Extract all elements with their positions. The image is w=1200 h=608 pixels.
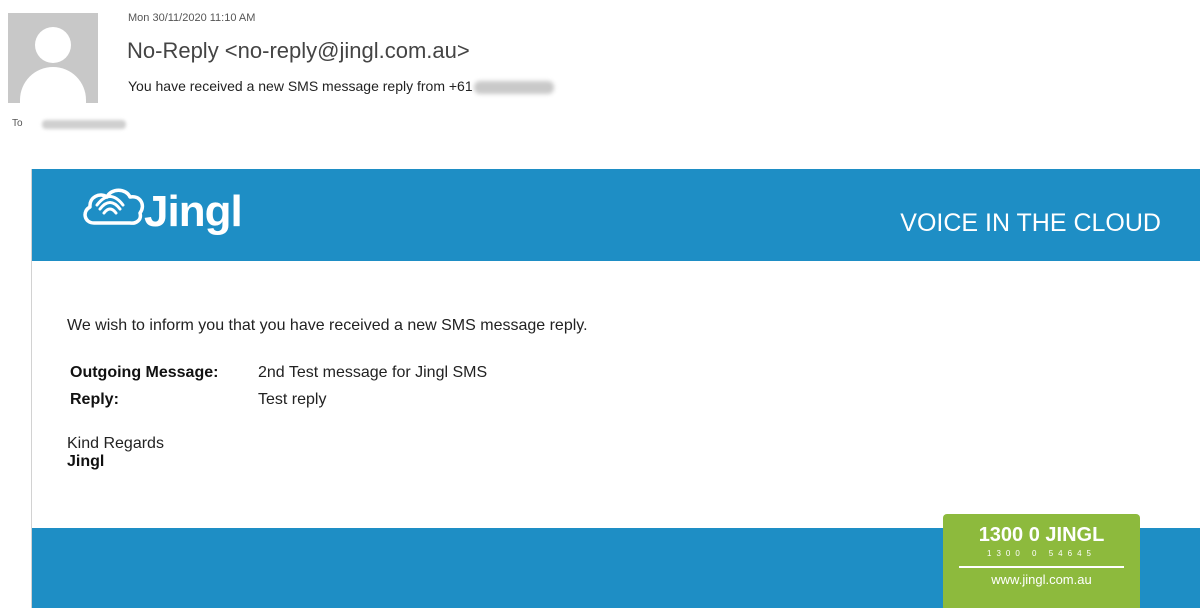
email-date: Mon 30/11/2020 11:10 AM bbox=[128, 12, 256, 24]
email-subject: You have received a new SMS message repl… bbox=[128, 78, 554, 94]
badge-divider bbox=[959, 566, 1124, 568]
signature: Jingl bbox=[67, 453, 105, 470]
badge-phone-digits: 1300 0 54645 bbox=[987, 549, 1096, 558]
reply-label: Reply: bbox=[70, 391, 119, 408]
redacted-phone bbox=[473, 80, 554, 94]
logo-text: Jingl bbox=[144, 187, 243, 236]
tagline: VOICE IN THE CLOUD bbox=[900, 209, 1161, 237]
outgoing-message-value: 2nd Test message for Jingl SMS bbox=[258, 364, 488, 381]
outgoing-message-label: Outgoing Message: bbox=[70, 364, 219, 381]
reply-value: Test reply bbox=[258, 391, 327, 408]
email-subject-text: You have received a new SMS message repl… bbox=[128, 78, 473, 94]
to-label: To bbox=[12, 118, 23, 129]
closing-text: Kind Regards bbox=[67, 435, 164, 452]
email-body: We wish to inform you that you have rece… bbox=[32, 261, 1200, 527]
redacted-recipient bbox=[42, 120, 126, 129]
email-card: Jingl VOICE IN THE CLOUD We wish to info… bbox=[31, 169, 1200, 608]
badge-phone: 1300 0 JINGL bbox=[978, 524, 1105, 546]
badge-website-link[interactable]: www.jingl.com.au bbox=[943, 572, 1140, 587]
intro-text: We wish to inform you that you have rece… bbox=[67, 317, 588, 334]
cloud-signal-icon bbox=[83, 188, 145, 225]
header-banner: Jingl VOICE IN THE CLOUD bbox=[32, 169, 1200, 261]
email-sender[interactable]: No-Reply <no-reply@jingl.com.au> bbox=[127, 38, 470, 64]
sender-avatar-icon bbox=[8, 13, 98, 103]
jingl-logo: Jingl bbox=[80, 169, 243, 249]
contact-badge[interactable]: 1300 0 JINGL 1300 0 54645 www.jingl.com.… bbox=[943, 514, 1140, 608]
